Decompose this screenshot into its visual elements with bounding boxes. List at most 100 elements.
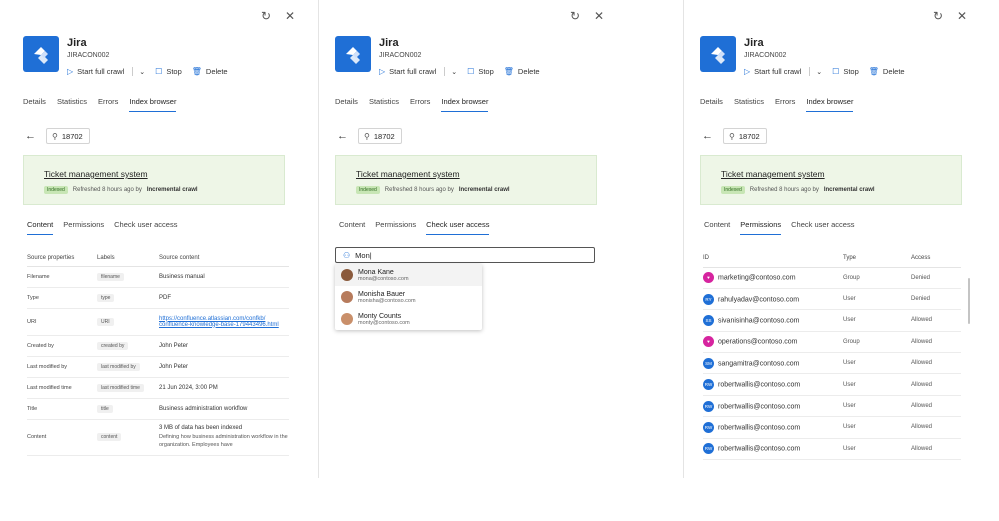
document-title[interactable]: Ticket management system xyxy=(44,169,148,179)
document-card: Ticket management system Indexed Refresh… xyxy=(23,155,285,205)
source-value: Business manual xyxy=(159,266,289,288)
access-cell: Denied xyxy=(911,288,961,311)
document-title[interactable]: Ticket management system xyxy=(356,169,460,179)
label-cell: URI xyxy=(97,308,159,336)
app-title: Jira xyxy=(67,37,87,49)
property-name: Filename xyxy=(27,266,97,288)
tab-index-browser[interactable]: Index browser xyxy=(441,97,489,112)
table-row: URI URI https://confluence.atlassian.com/c… xyxy=(27,308,289,336)
tab-index-browser[interactable]: Index browser xyxy=(129,97,177,112)
suggestion-item[interactable]: Monisha Bauer monisha@contoso.com xyxy=(335,286,482,308)
status-badge: Indexed xyxy=(356,186,380,194)
suggestion-email: monisha@contoso.com xyxy=(358,297,416,304)
subtab-content[interactable]: Content xyxy=(704,220,730,235)
stop-button[interactable]: ☐ Stop xyxy=(467,67,494,76)
document-card: Ticket management system Indexed Refresh… xyxy=(700,155,962,205)
subtab-permissions[interactable]: Permissions xyxy=(63,220,104,235)
crawl-options-dropdown[interactable]: ⌄ xyxy=(816,68,822,76)
table-row: RW robertwallis@contoso.com User Allowed xyxy=(703,416,961,439)
column-header: ID xyxy=(703,250,843,268)
tab-statistics[interactable]: Statistics xyxy=(57,97,87,112)
table-row: ♥ marketing@contoso.com Group Denied xyxy=(703,267,961,289)
tab-details[interactable]: Details xyxy=(335,97,358,112)
source-value: Business administration workflow xyxy=(159,398,289,420)
access-cell: Denied xyxy=(911,267,961,289)
chevron-down-icon: ⌄ xyxy=(816,68,823,76)
main-tabs: Details Statistics Errors Index browser xyxy=(335,97,489,112)
tab-errors[interactable]: Errors xyxy=(775,97,795,112)
subtab-permissions[interactable]: Permissions xyxy=(375,220,416,235)
tab-details[interactable]: Details xyxy=(700,97,723,112)
suggestion-item[interactable]: Mona Kane mona@contoso.com xyxy=(335,264,482,286)
delete-label: Delete xyxy=(205,67,228,76)
start-full-crawl-button[interactable]: ▷ Start full crawl xyxy=(744,67,801,76)
tab-errors[interactable]: Errors xyxy=(410,97,430,112)
principal-id: robertwallis@contoso.com xyxy=(718,381,801,389)
type-cell: Group xyxy=(843,267,911,289)
close-icon[interactable]: ✕ xyxy=(593,9,605,23)
crawl-options-dropdown[interactable]: ⌄ xyxy=(451,68,457,76)
stop-label: Stop xyxy=(843,67,859,76)
type-cell: User xyxy=(843,416,911,439)
start-full-crawl-button[interactable]: ▷ Start full crawl xyxy=(67,67,124,76)
close-icon[interactable]: ✕ xyxy=(284,9,296,23)
subtab-content[interactable]: Content xyxy=(27,220,54,235)
avatar: RY xyxy=(703,293,714,305)
suggestion-item[interactable]: Monty Counts monty@contoso.com xyxy=(335,308,482,330)
back-arrow-icon[interactable]: ← xyxy=(25,130,36,142)
stop-icon: ☐ xyxy=(832,67,840,76)
stop-button[interactable]: ☐ Stop xyxy=(832,67,859,76)
play-icon: ▷ xyxy=(744,67,751,76)
source-value: 3 MB of data has been indexed Defining ho… xyxy=(159,419,289,456)
tab-statistics[interactable]: Statistics xyxy=(734,97,764,112)
subtab-check-user-access[interactable]: Check user access xyxy=(791,220,854,235)
start-full-crawl-button[interactable]: ▷ Start full crawl xyxy=(379,67,436,76)
delete-button[interactable]: 🗑︎ Delete xyxy=(192,67,228,76)
back-arrow-icon[interactable]: ← xyxy=(702,130,713,142)
label-chip: last modified time xyxy=(97,383,144,392)
id-cell: ♥ operations@contoso.com xyxy=(703,331,843,354)
search-input[interactable]: ⚲ 18702 xyxy=(723,128,767,144)
subtab-check-user-access[interactable]: Check user access xyxy=(426,220,490,235)
table-row: Type type PDF xyxy=(27,287,289,309)
content-size: 3 MB of data has been indexed xyxy=(159,425,243,432)
refresh-icon[interactable]: ↻ xyxy=(569,9,581,23)
search-input[interactable]: ⚲ 18702 xyxy=(46,128,90,144)
close-icon[interactable]: ✕ xyxy=(956,9,968,23)
document-card: Ticket management system Indexed Refresh… xyxy=(335,155,597,205)
document-meta: Indexed Refreshed 8 hours ago by Increme… xyxy=(356,186,510,194)
divider xyxy=(444,67,446,76)
crawl-options-dropdown[interactable]: ⌄ xyxy=(139,68,145,76)
refresh-icon[interactable]: ↻ xyxy=(932,9,944,23)
uri-link[interactable]: https://confluence.atlassian.com/confkb/… xyxy=(159,308,289,336)
subtab-permissions[interactable]: Permissions xyxy=(740,220,782,235)
tab-details[interactable]: Details xyxy=(23,97,46,112)
label-chip: content xyxy=(97,433,122,441)
crawl-type: Incremental crawl xyxy=(146,187,198,193)
tab-statistics[interactable]: Statistics xyxy=(369,97,399,112)
document-title[interactable]: Ticket management system xyxy=(721,169,825,179)
subtab-content[interactable]: Content xyxy=(339,220,365,235)
scrollbar[interactable] xyxy=(968,278,970,324)
access-cell: Allowed xyxy=(911,438,961,461)
column-header: Labels xyxy=(97,250,159,267)
delete-button[interactable]: 🗑︎ Delete xyxy=(869,67,905,76)
delete-button[interactable]: 🗑︎ Delete xyxy=(504,67,540,76)
user-search-input[interactable]: ⚇ Mon| xyxy=(335,247,595,263)
type-cell: User xyxy=(843,352,911,375)
refresh-icon[interactable]: ↻ xyxy=(260,9,272,23)
tab-errors[interactable]: Errors xyxy=(98,97,118,112)
back-arrow-icon[interactable]: ← xyxy=(337,130,348,142)
trash-icon: 🗑︎ xyxy=(191,67,202,76)
tab-index-browser[interactable]: Index browser xyxy=(806,97,854,112)
principal-id: sivanisinha@contoso.com xyxy=(718,317,800,325)
refresh-text: Refreshed 8 hours ago by xyxy=(749,187,819,193)
type-cell: User xyxy=(843,438,911,461)
subtab-check-user-access[interactable]: Check user access xyxy=(114,220,177,235)
type-cell: Group xyxy=(843,331,911,354)
document-subtabs: Content Permissions Check user access xyxy=(339,220,490,235)
search-input[interactable]: ⚲ 18702 xyxy=(358,128,402,144)
stop-label: Stop xyxy=(478,67,494,76)
group-icon: ♥ xyxy=(703,272,714,284)
stop-button[interactable]: ☐ Stop xyxy=(155,67,182,76)
